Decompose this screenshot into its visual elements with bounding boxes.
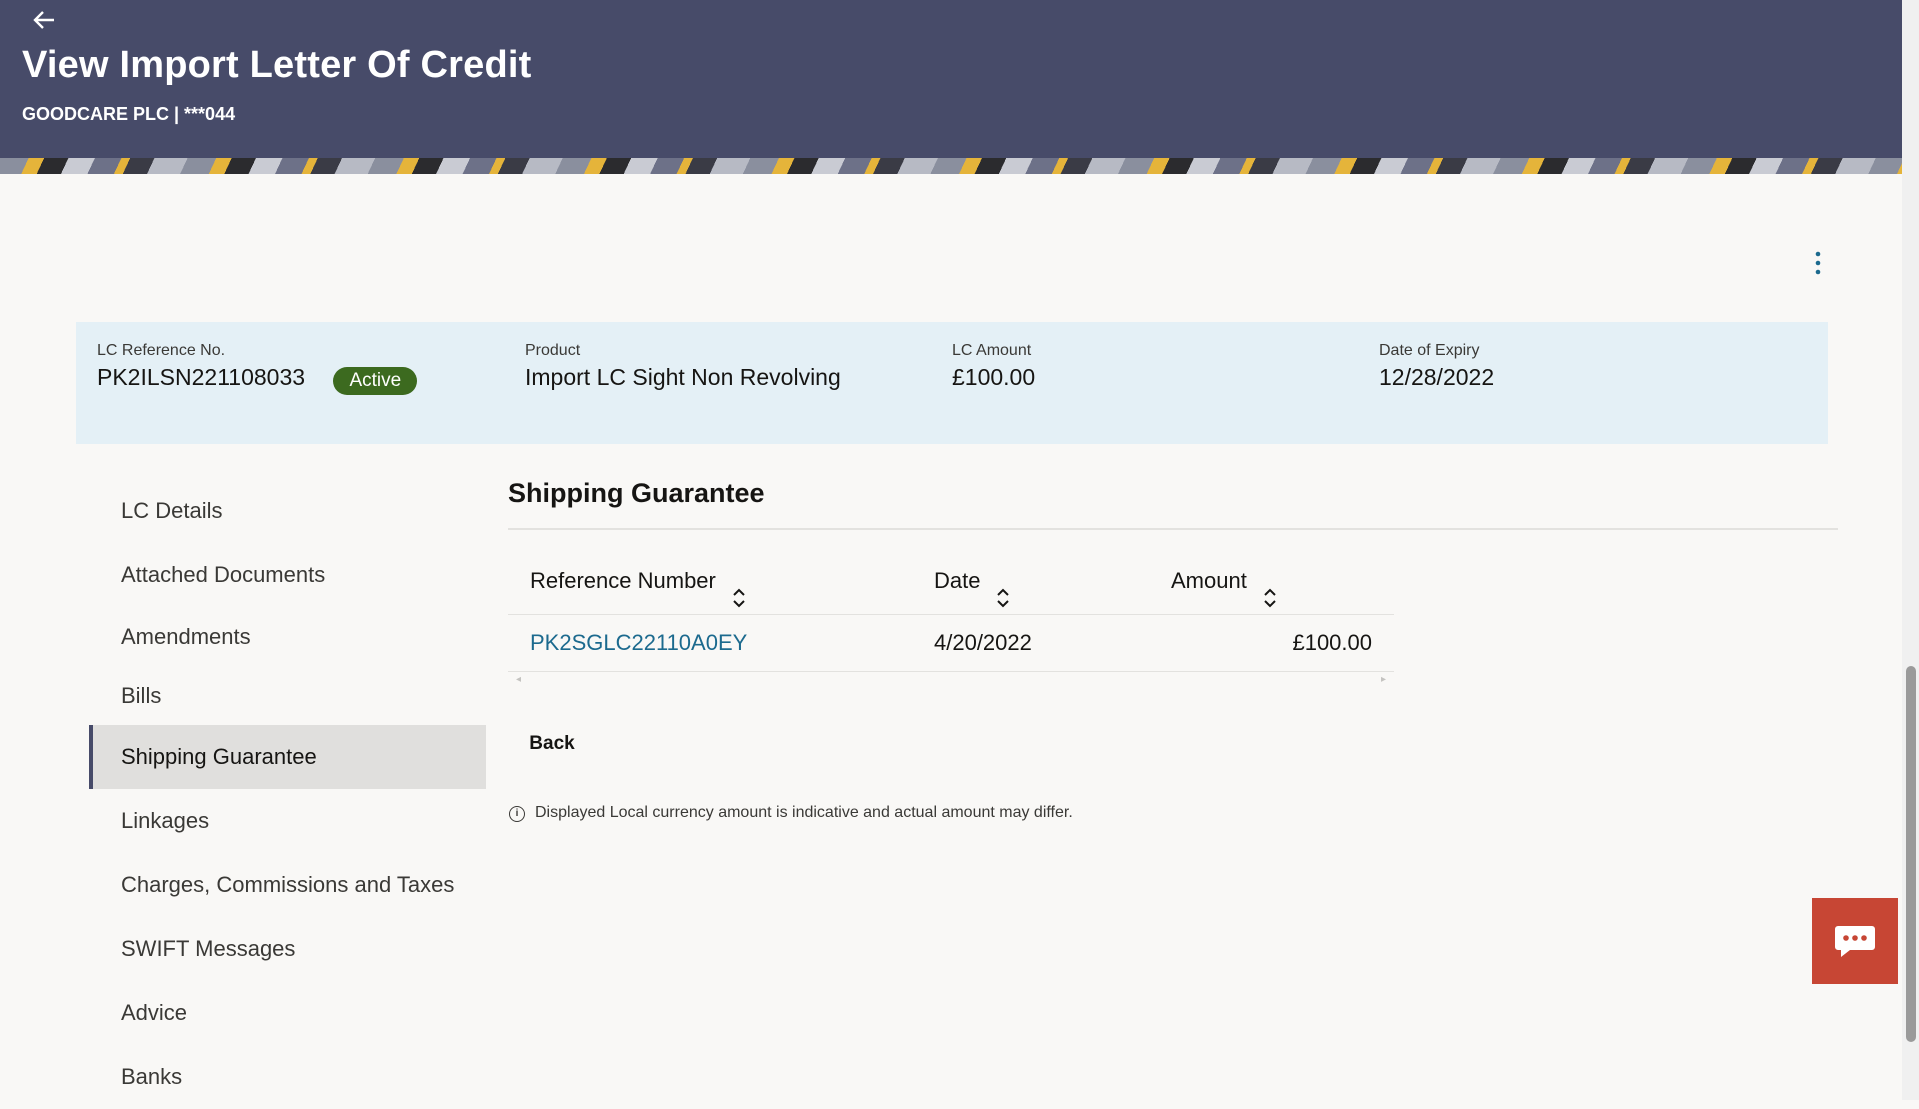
nav-item-banks[interactable]: Banks (89, 1045, 486, 1109)
party-subtitle: GOODCARE PLC | ***044 (22, 104, 236, 124)
column-header-date[interactable]: Date (934, 548, 1012, 614)
section-title: Shipping Guarantee (508, 478, 765, 508)
header-banner-pattern (0, 158, 1902, 174)
expiry-value: 12/28/2022 (1379, 364, 1495, 390)
product-block: Product Import LC Sight Non Revolving (525, 342, 841, 391)
info-icon: i (509, 806, 525, 822)
lc-amount-block: LC Amount £100.00 (952, 342, 1035, 391)
table-horizontal-scrollbar[interactable]: ◂ ▸ (508, 674, 1394, 685)
scroll-left-icon[interactable]: ◂ (516, 674, 521, 685)
column-header-label: Reference Number (530, 568, 716, 593)
column-header-reference[interactable]: Reference Number (530, 548, 748, 614)
lc-reference-value: PK2ILSN221108033 (97, 364, 306, 390)
sort-icon[interactable] (1261, 570, 1279, 608)
reference-number-link[interactable]: PK2SGLC22110A0EY (530, 615, 747, 671)
expiry-block: Date of Expiry 12/28/2022 (1379, 342, 1494, 391)
nav-item-attached-documents[interactable]: Attached Documents (89, 543, 486, 607)
nav-item-swift-messages[interactable]: SWIFT Messages (89, 917, 486, 981)
nav-item-charges[interactable]: Charges, Commissions and Taxes (89, 853, 486, 917)
nav-item-amendments[interactable]: Amendments (89, 607, 486, 667)
chat-button[interactable] (1812, 898, 1898, 984)
lc-reference-label: LC Reference No. (97, 342, 226, 359)
product-value: Import LC Sight Non Revolving (525, 364, 841, 390)
currency-note: i Displayed Local currency amount is indi… (509, 804, 1073, 822)
shipping-guarantee-table: Reference Number Date Amount PK2SGLC2211… (508, 548, 1394, 672)
section-divider (508, 528, 1838, 530)
sort-icon[interactable] (994, 570, 1012, 608)
scroll-right-icon[interactable]: ▸ (1381, 674, 1386, 685)
product-label: Product (525, 342, 581, 359)
column-header-label: Amount (1171, 568, 1247, 593)
amount-cell: £100.00 (1292, 630, 1372, 655)
lc-reference-block: LC Reference No. PK2ILSN221108033 Active (97, 342, 418, 395)
nav-item-advice[interactable]: Advice (89, 981, 486, 1045)
page-header: View Import Letter Of Credit GOODCARE PL… (0, 0, 1902, 158)
chat-bubble-icon (1835, 926, 1875, 957)
page-title: View Import Letter Of Credit (22, 44, 532, 86)
lc-amount-label: LC Amount (952, 342, 1032, 359)
nav-item-bills[interactable]: Bills (89, 667, 486, 725)
date-cell: 4/20/2022 (934, 630, 1032, 655)
nav-item-shipping-guarantee[interactable]: Shipping Guarantee (89, 725, 486, 789)
currency-note-text: Displayed Local currency amount is indic… (535, 804, 1073, 821)
scrollbar-thumb[interactable] (1906, 666, 1916, 1042)
nav-item-linkages[interactable]: Linkages (89, 789, 486, 853)
table-row: PK2SGLC22110A0EY 4/20/2022 £100.00 (508, 615, 1394, 672)
expiry-label: Date of Expiry (1379, 342, 1480, 359)
back-button[interactable]: Back (520, 726, 584, 762)
arrow-left-icon[interactable] (30, 6, 62, 34)
column-header-amount[interactable]: Amount (1171, 548, 1279, 614)
status-badge: Active (333, 366, 418, 395)
side-navigation: LC Details Attached Documents Amendments… (89, 479, 486, 1109)
more-options-icon[interactable] (1806, 248, 1830, 278)
column-header-label: Date (934, 568, 981, 593)
nav-item-lc-details[interactable]: LC Details (89, 479, 486, 543)
table-header-row: Reference Number Date Amount (508, 548, 1394, 615)
lc-amount-value: £100.00 (952, 364, 1036, 390)
lc-summary-card: LC Reference No. PK2ILSN221108033 Active… (76, 322, 1828, 444)
sort-icon[interactable] (730, 570, 748, 608)
